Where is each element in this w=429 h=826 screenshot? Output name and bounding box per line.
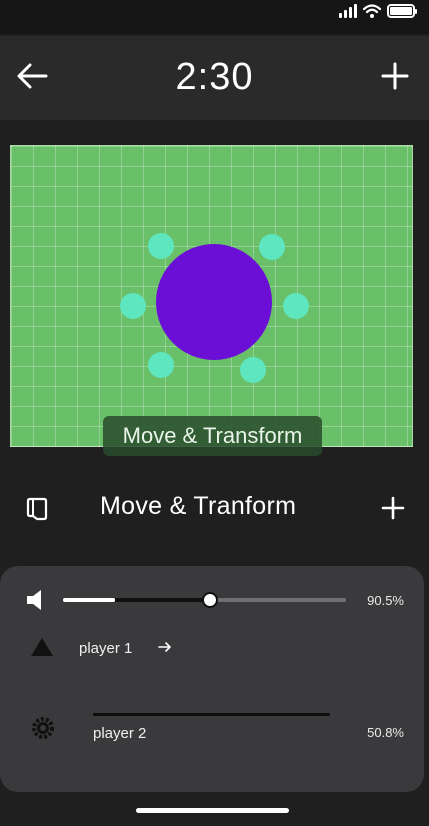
battery-icon [387,4,417,18]
book-icon[interactable] [22,494,52,524]
player2-label: player 2 [93,725,147,742]
canvas-caption: Move & Transform [103,416,322,456]
mode-title: Move & Tranform [100,492,297,520]
volume-slider-fill [63,598,115,602]
orbit-node[interactable] [240,357,266,383]
mode-toolbar: Move & Tranform [0,478,429,538]
top-header: 2:30 [0,36,429,120]
triangle-icon [31,638,53,656]
control-panel: 90.5% player 1 player 2 50.8% [0,566,424,792]
player2-percent: 50.8% [367,725,404,740]
volume-slider-progress [114,598,211,602]
speaker-icon[interactable] [24,588,48,612]
wifi-icon [363,4,381,18]
player2-progress-line [93,713,330,716]
timer-display: 2:30 [175,56,254,98]
volume-percent: 90.5% [367,593,404,608]
add-mode-button[interactable] [377,492,409,524]
orbit-node[interactable] [283,293,309,319]
add-button[interactable] [377,58,413,94]
orbit-node[interactable] [148,352,174,378]
orbit-node[interactable] [120,293,146,319]
orbit-node[interactable] [148,233,174,259]
game-canvas[interactable] [10,145,413,447]
arrow-right-icon[interactable] [158,640,172,654]
gear-icon[interactable] [31,716,55,740]
center-circle[interactable] [156,244,272,360]
status-icons [339,4,417,18]
status-bar [0,0,429,34]
signal-icon [339,4,357,18]
home-indicator[interactable] [136,808,289,813]
player1-label: player 1 [79,640,133,657]
volume-slider-thumb[interactable] [202,592,219,608]
orbit-node[interactable] [259,234,285,260]
volume-slider[interactable] [63,592,346,608]
